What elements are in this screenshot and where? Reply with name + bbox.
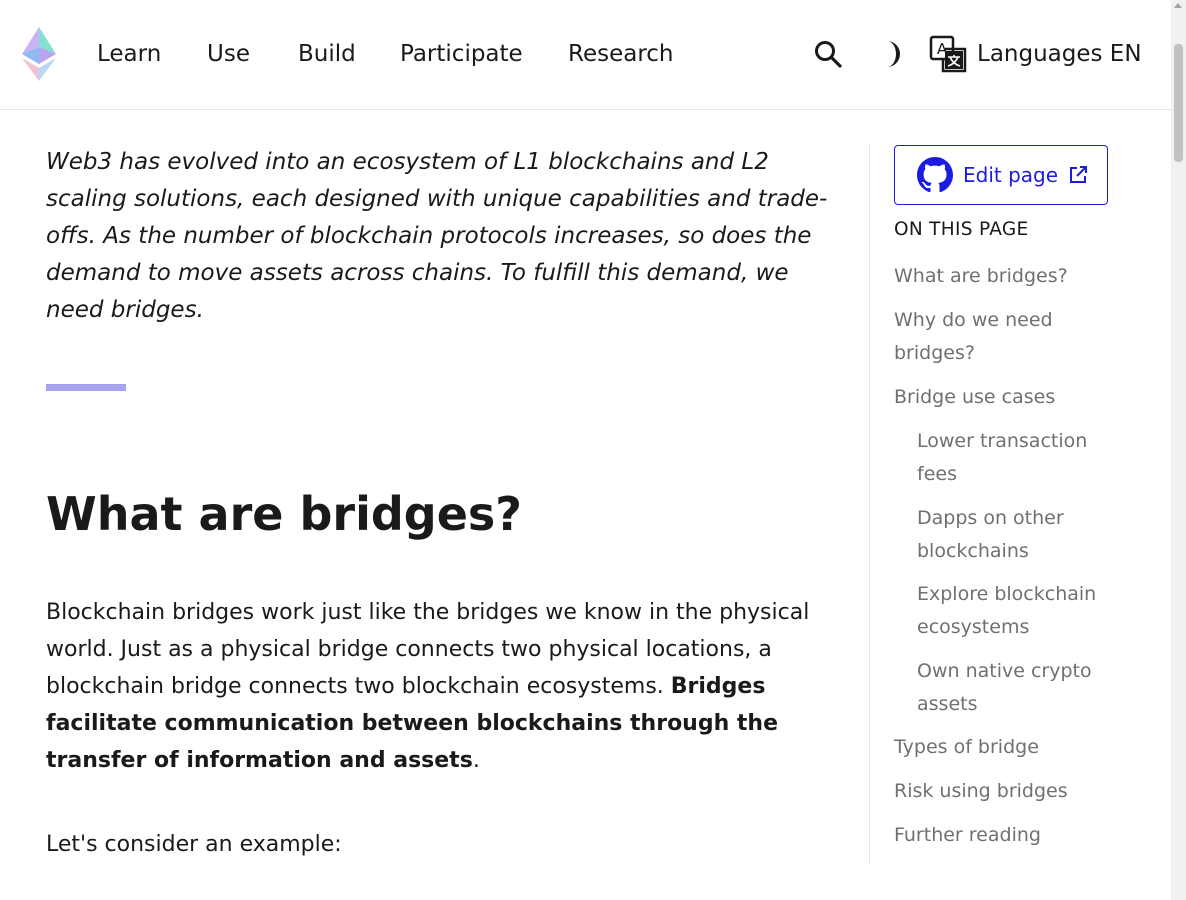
paragraph-end: . <box>472 748 480 773</box>
edit-page-button[interactable]: Edit page <box>894 145 1108 205</box>
nav-use[interactable]: Use <box>207 38 250 70</box>
body-paragraph: Blockchain bridges work just like the br… <box>46 594 846 779</box>
half-moon-icon[interactable] <box>873 38 905 70</box>
toc-item-what-are-bridges[interactable]: What are bridges? <box>894 260 1094 293</box>
section-divider-bar <box>46 384 126 391</box>
nav-participate[interactable]: Participate <box>400 38 523 70</box>
toc-item-dapps-other-chains[interactable]: Dapps on other blockchains <box>917 502 1082 568</box>
intro-summary: Web3 has evolved into an ecosystem of L1… <box>46 149 828 323</box>
ethereum-logo[interactable] <box>22 27 56 81</box>
toc-item-own-native-assets[interactable]: Own native crypto assets <box>917 655 1107 721</box>
site-header: Learn Use Build Participate Research A L… <box>0 0 1171 110</box>
language-button[interactable]: A Languages EN <box>929 35 1142 73</box>
toc-item-why-need-bridges[interactable]: Why do we need bridges? <box>894 304 1094 370</box>
nav-research[interactable]: Research <box>568 38 674 70</box>
toc-item-explore-ecosystems[interactable]: Explore blockchain ecosystems <box>917 578 1117 644</box>
nav-build[interactable]: Build <box>298 38 356 70</box>
toc-item-further-reading[interactable]: Further reading <box>894 819 1114 852</box>
search-icon[interactable] <box>812 38 844 70</box>
toc-item-lower-fees[interactable]: Lower transaction fees <box>917 425 1107 491</box>
languages-label: Languages EN <box>977 41 1142 67</box>
edit-page-label: Edit page <box>963 163 1059 187</box>
toc-item-risk-using-bridges[interactable]: Risk using bridges <box>894 775 1114 808</box>
toc-item-bridge-use-cases[interactable]: Bridge use cases <box>894 381 1094 414</box>
example-paragraph: Let's consider an example: <box>46 832 342 857</box>
nav-learn[interactable]: Learn <box>97 38 161 70</box>
external-link-icon <box>1070 166 1088 183</box>
page-scrollbar[interactable] <box>1171 0 1186 900</box>
toc-item-types-of-bridge[interactable]: Types of bridge <box>894 731 1114 764</box>
github-icon <box>917 157 953 193</box>
translate-icon: A <box>929 35 967 73</box>
scroll-up-arrow-icon[interactable] <box>1174 3 1182 8</box>
toc-heading: ON THIS PAGE <box>894 219 1029 240</box>
page-heading: What are bridges? <box>46 487 522 541</box>
scroll-thumb[interactable] <box>1174 44 1183 162</box>
sidebar-divider <box>869 145 870 863</box>
